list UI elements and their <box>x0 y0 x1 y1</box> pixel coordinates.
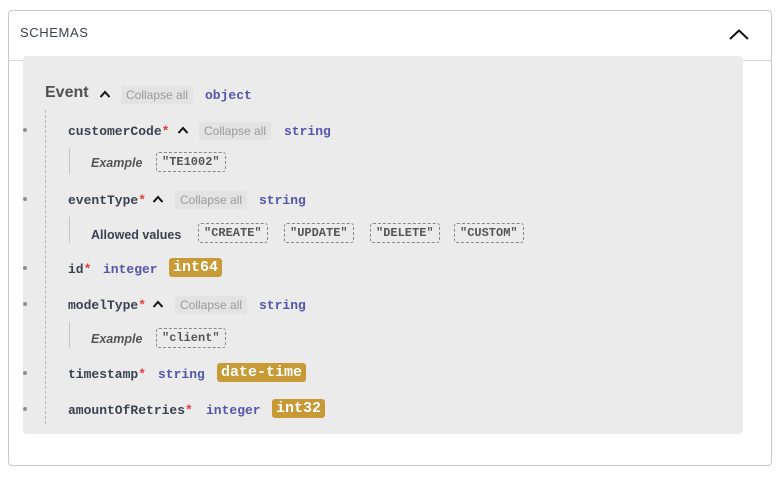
nested-line <box>69 148 70 174</box>
format-badge: int64 <box>169 258 223 277</box>
bullet-dot-icon <box>23 128 27 132</box>
collapse-all-button[interactable]: Collapse all <box>199 122 272 140</box>
model-type: object <box>205 88 252 103</box>
allowed-value: "UPDATE" <box>284 223 354 243</box>
chevron-up-icon[interactable] <box>727 25 751 45</box>
property-type: string <box>284 124 331 139</box>
property-type: integer <box>206 403 261 418</box>
model-title[interactable]: Event <box>45 84 89 102</box>
property-type: string <box>259 193 306 208</box>
tree-line <box>45 110 46 424</box>
format-badge: date-time <box>217 363 307 382</box>
example-value: "client" <box>156 328 226 348</box>
caret-up-icon[interactable] <box>152 191 164 209</box>
required-mark: * <box>138 193 147 208</box>
bullet-dot-icon <box>23 266 27 270</box>
caret-up-icon[interactable] <box>177 122 189 140</box>
property-name: timestamp* <box>68 367 147 382</box>
property-type: integer <box>103 262 158 277</box>
property-name: amountOfRetries* <box>68 403 193 418</box>
bullet-dot-icon <box>23 197 27 201</box>
property-type: string <box>158 367 205 382</box>
caret-up-icon[interactable] <box>152 296 164 314</box>
allowed-values-label: Allowed values <box>91 228 182 242</box>
collapse-all-button[interactable]: Collapse all <box>175 191 248 209</box>
model-event: Event Collapse all object customerCode* … <box>23 56 743 434</box>
collapse-all-button[interactable]: Collapse all <box>121 86 194 104</box>
caret-up-icon[interactable] <box>99 86 111 104</box>
allowed-value: "CREATE" <box>198 223 268 243</box>
allowed-value: "DELETE" <box>370 223 440 243</box>
example-label: Example <box>91 156 143 170</box>
format-badge: int32 <box>272 399 326 418</box>
bullet-dot-icon <box>23 302 27 306</box>
required-mark: * <box>138 298 147 313</box>
property-name: id* <box>68 262 92 277</box>
nested-line <box>69 217 70 243</box>
allowed-value: "CUSTOM" <box>454 223 524 243</box>
required-mark: * <box>83 262 92 277</box>
property-name: customerCode* <box>68 124 170 139</box>
example-value: "TE1002" <box>156 152 226 172</box>
collapse-all-button[interactable]: Collapse all <box>175 296 248 314</box>
property-name: modelType* <box>68 298 147 313</box>
required-mark: * <box>138 367 147 382</box>
bullet-dot-icon <box>23 407 27 411</box>
nested-line <box>69 322 70 348</box>
bullet-dot-icon <box>23 371 27 375</box>
schemas-title: SCHEMAS <box>20 25 89 40</box>
example-label: Example <box>91 332 143 346</box>
schemas-header[interactable]: SCHEMAS <box>9 11 771 61</box>
property-name: eventType* <box>68 193 147 208</box>
property-type: string <box>259 298 306 313</box>
required-mark: * <box>161 124 170 139</box>
required-mark: * <box>185 403 193 418</box>
